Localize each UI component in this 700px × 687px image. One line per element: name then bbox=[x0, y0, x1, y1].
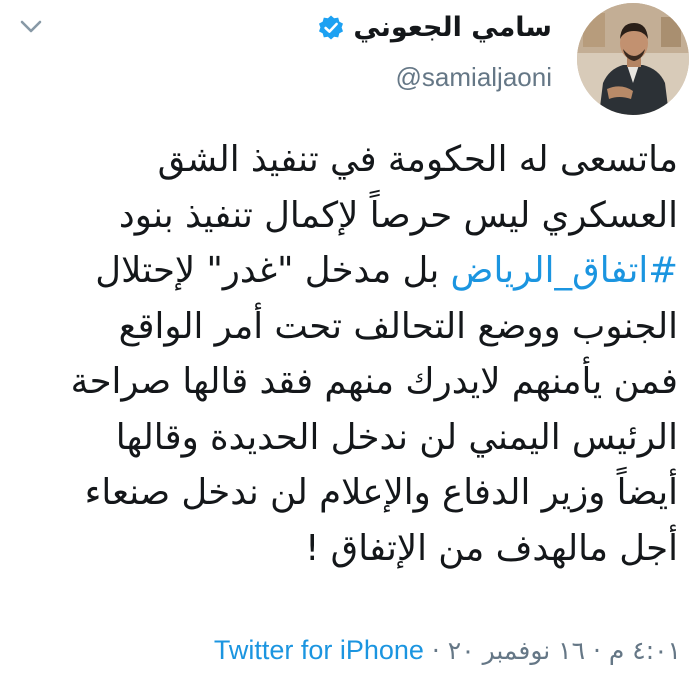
avatar[interactable] bbox=[577, 3, 689, 115]
tweet-line: الجنوب ووضع التحالف تحت أمر الواقع bbox=[118, 305, 678, 347]
hashtag-link[interactable]: #اتفاق_الرياض bbox=[451, 250, 678, 291]
author-block: سامي الجعوني @samialjaoni bbox=[317, 8, 552, 93]
tweet-line: أجل مالهدف من الإتفاق ! bbox=[305, 527, 678, 569]
author-handle[interactable]: @samialjaoni bbox=[317, 62, 552, 93]
meta-separator: · bbox=[423, 636, 448, 665]
verified-badge-icon bbox=[317, 14, 345, 42]
tweet-card: سامي الجعوني @samialjaoni ماتسعى له الحك… bbox=[0, 0, 700, 687]
tweet-line: الرئيس اليمني لن ندخل الحديدة وقالها bbox=[115, 416, 678, 458]
tweet-time[interactable]: ٤:٠١ م bbox=[609, 636, 681, 665]
tweet-line: ماتسعى له الحكومة في تنفيذ الشق bbox=[157, 139, 678, 180]
tweet-line: #اتفاق_الرياض بل مدخل "غدر" لإحتلال bbox=[40, 243, 678, 299]
tweet-line: العسكري ليس حرصاً لإكمال تنفيذ بنود bbox=[118, 194, 678, 236]
chevron-down-icon[interactable] bbox=[18, 14, 44, 40]
author-name[interactable]: سامي الجعوني bbox=[353, 8, 552, 48]
tweet-line: فمن يأمنهم لايدرك منهم فقد قالها صراحة bbox=[70, 361, 678, 402]
tweet-meta: ٤:٠١ م · ١٦ نوفمبر ٢٠ · Twitter for iPho… bbox=[214, 630, 681, 671]
meta-separator: · bbox=[585, 636, 609, 665]
tweet-line-text: بل مدخل "غدر" لإحتلال bbox=[95, 250, 451, 291]
tweet-date[interactable]: ١٦ نوفمبر ٢٠ bbox=[448, 636, 585, 665]
tweet-line: أيضاً وزير الدفاع والإعلام لن ندخل صنعاء bbox=[84, 472, 678, 513]
tweet-text: ماتسعى له الحكومة في تنفيذ الشق العسكري … bbox=[40, 132, 678, 576]
author-name-row: سامي الجعوني bbox=[317, 8, 552, 48]
source-link[interactable]: Twitter for iPhone bbox=[214, 635, 424, 665]
